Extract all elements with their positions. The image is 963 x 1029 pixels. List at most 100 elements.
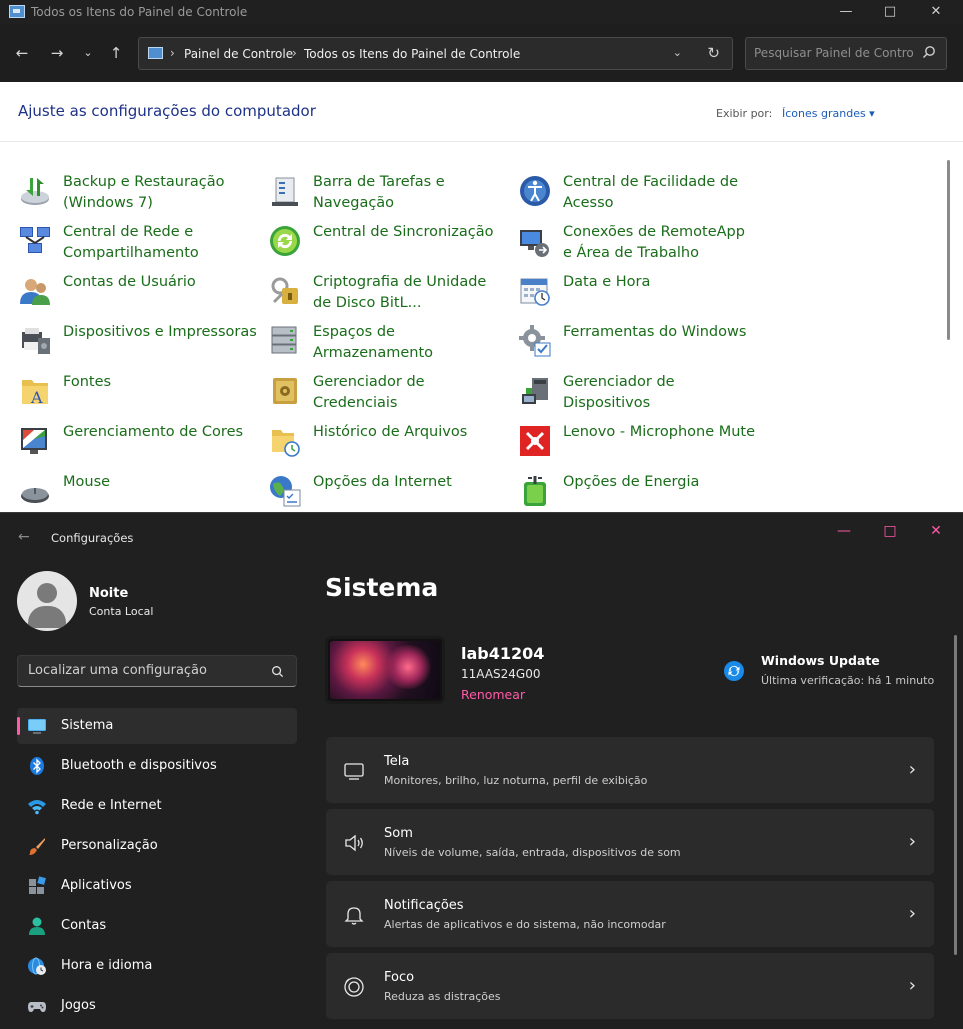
view-by-dropdown[interactable]: Ícones grandes	[782, 107, 875, 120]
maximize-button[interactable]: □	[875, 523, 905, 543]
nav-item-hora-idioma[interactable]: Hora e idioma	[17, 948, 297, 984]
settings-card-notificacoes[interactable]: Notificações Alertas de aplicativos e do…	[326, 881, 934, 947]
card-title: Tela	[384, 754, 410, 769]
cp-item-devices-printers[interactable]: Dispositivos e Impressoras	[18, 322, 258, 368]
credential-vault-icon	[273, 378, 297, 404]
cp-item-label: Opções da Internet	[313, 474, 452, 490]
calendar-clock-icon	[520, 278, 550, 306]
view-by-label: Exibir por:	[716, 107, 773, 120]
control-panel-window: Todos os Itens do Painel de Controle — □…	[0, 0, 963, 512]
cp-item-credential-manager[interactable]: Gerenciador de Credenciais	[268, 372, 508, 418]
avatar[interactable]	[17, 571, 77, 631]
card-subtitle: Alertas de aplicativos e do sistema, não…	[384, 918, 666, 931]
cp-item-label: Barra de Tarefas e Navegação	[313, 174, 445, 211]
cp-item-color-management[interactable]: Gerenciamento de Cores	[18, 422, 258, 468]
device-name: lab41204	[461, 644, 545, 663]
cp-item-backup[interactable]: Backup e Restauração (Windows 7)	[18, 172, 258, 218]
settings-card-som[interactable]: Som Níveis de volume, saída, entrada, di…	[326, 809, 934, 875]
bitlocker-icon	[271, 277, 298, 304]
cp-item-fonts[interactable]: A Fontes	[18, 372, 258, 418]
nav-item-sistema[interactable]: Sistema	[17, 708, 297, 744]
cp-item-date-time[interactable]: Data e Hora	[518, 272, 758, 318]
focus-icon	[344, 977, 364, 997]
chevron-down-icon[interactable]: ⌄	[673, 46, 682, 59]
nav-item-aplicativos[interactable]: Aplicativos	[17, 868, 297, 904]
window-title: Todos os Itens do Painel de Controle	[31, 5, 248, 19]
close-button[interactable]: ✕	[921, 2, 951, 22]
breadcrumb-todos[interactable]: Todos os Itens do Painel de Controle	[304, 47, 520, 61]
mouse-icon	[21, 488, 49, 503]
cp-item-storage-spaces[interactable]: Espaços de Armazenamento	[268, 322, 508, 368]
nav-item-rede[interactable]: Rede e Internet	[17, 788, 297, 824]
nav-item-contas[interactable]: Contas	[17, 908, 297, 944]
search-input[interactable]	[754, 46, 914, 60]
cp-item-user-accounts[interactable]: Contas de Usuário	[18, 272, 258, 318]
close-button[interactable]: ✕	[921, 523, 951, 543]
vertical-scrollbar[interactable]	[954, 635, 957, 955]
address-bar[interactable]: › Painel de Controle › Todos os Itens do…	[138, 37, 733, 70]
nav-item-label: Bluetooth e dispositivos	[61, 758, 217, 773]
cp-item-ease-of-access[interactable]: Central de Facilidade de Acesso	[518, 172, 758, 218]
settings-card-tela[interactable]: Tela Monitores, brilho, luz noturna, per…	[326, 737, 934, 803]
back-arrow-icon[interactable]: ←	[18, 529, 30, 545]
cp-item-bitlocker[interactable]: Criptografia de Unidade de Disco BitL...	[268, 272, 508, 318]
breadcrumb-painel[interactable]: Painel de Controle	[184, 47, 293, 61]
nav-item-label: Personalização	[61, 838, 158, 853]
card-subtitle: Reduza as distrações	[384, 990, 501, 1003]
cp-item-lenovo-mic-mute[interactable]: Lenovo - Microphone Mute	[518, 422, 758, 468]
cp-item-label: Dispositivos e Impressoras	[63, 324, 257, 340]
cp-item-label: Gerenciador de Credenciais	[313, 374, 425, 411]
vertical-scrollbar[interactable]	[944, 150, 952, 512]
cp-item-label: Histórico de Arquivos	[313, 424, 468, 440]
recent-dropdown-icon[interactable]: ⌄	[78, 43, 98, 63]
search-input[interactable]	[28, 663, 258, 678]
cp-item-remoteapp[interactable]: Conexões de RemoteApp e Área de Trabalho	[518, 222, 758, 268]
back-arrow-icon[interactable]: ←	[12, 43, 32, 63]
cp-item-windows-tools[interactable]: Ferramentas do Windows	[518, 322, 758, 368]
cp-item-mouse[interactable]: Mouse	[18, 472, 258, 512]
search-box[interactable]	[745, 37, 947, 70]
navigation-bar: ← → ⌄ ↑ › Painel de Controle › Todos os …	[0, 24, 963, 82]
nav-item-personalizacao[interactable]: Personalização	[17, 828, 297, 864]
settings-window: ← Configurações — □ ✕ Noite Conta Local …	[0, 512, 963, 1029]
page-title: Sistema	[325, 573, 439, 602]
windows-update-icon[interactable]	[723, 660, 745, 682]
fonts-folder-icon: A	[22, 380, 48, 407]
minimize-button[interactable]: —	[829, 523, 859, 543]
control-panel-icon	[148, 47, 163, 59]
cp-item-label: Fontes	[63, 374, 112, 390]
forward-arrow-icon[interactable]: →	[47, 43, 67, 63]
paintbrush-icon	[29, 838, 45, 855]
search-icon[interactable]	[922, 45, 936, 59]
search-icon[interactable]	[271, 665, 284, 678]
maximize-button[interactable]: □	[875, 2, 905, 22]
nav-item-jogos[interactable]: Jogos	[17, 988, 297, 1024]
settings-search-box[interactable]	[17, 655, 297, 687]
chevron-right-icon: ›	[908, 975, 916, 996]
chevron-right-icon: ›	[908, 903, 916, 924]
control-panel-icon	[9, 5, 25, 18]
cp-item-sync[interactable]: Central de Sincronização	[268, 222, 508, 268]
scrollbar-thumb[interactable]	[947, 160, 950, 340]
chevron-right-icon: ›	[908, 759, 916, 780]
cp-item-device-manager[interactable]: Gerenciador de Dispositivos	[518, 372, 758, 418]
cp-item-label: Espaços de Armazenamento	[313, 324, 434, 361]
rename-link[interactable]: Renomear	[461, 687, 525, 702]
chevron-right-icon: ›	[292, 46, 297, 60]
cp-item-network[interactable]: Central de Rede e Compartilhamento	[18, 222, 258, 268]
refresh-icon[interactable]: ↻	[707, 44, 720, 62]
cp-item-taskbar[interactable]: Barra de Tarefas e Navegação	[268, 172, 508, 218]
windows-update-title[interactable]: Windows Update	[761, 653, 880, 668]
cp-item-power-options[interactable]: Opções de Energia	[518, 472, 758, 512]
minimize-button[interactable]: —	[831, 2, 861, 22]
internet-options-icon	[270, 476, 301, 507]
cp-item-internet-options[interactable]: Opções da Internet	[268, 472, 508, 512]
desktop-wallpaper-preview[interactable]	[325, 636, 445, 704]
nav-item-bluetooth[interactable]: Bluetooth e dispositivos	[17, 748, 297, 784]
speaker-icon	[345, 834, 363, 852]
settings-card-foco[interactable]: Foco Reduza as distrações ›	[326, 953, 934, 1019]
cp-item-file-history[interactable]: Histórico de Arquivos	[268, 422, 508, 468]
up-arrow-icon[interactable]: ↑	[106, 43, 126, 63]
card-title: Notificações	[384, 898, 464, 913]
card-title: Som	[384, 826, 413, 841]
